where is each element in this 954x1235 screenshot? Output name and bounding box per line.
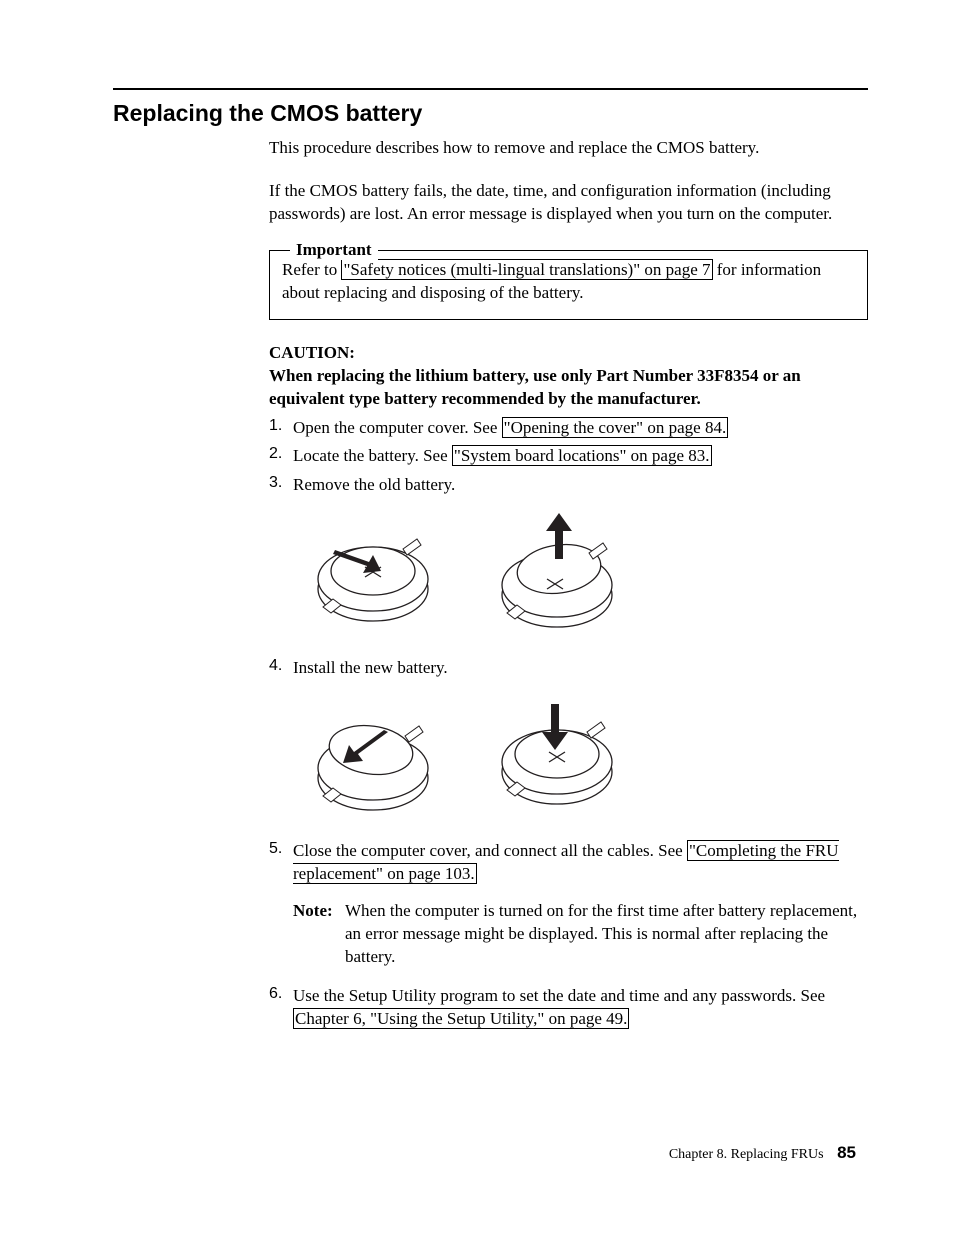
step-2: 2. Locate the battery. See "System board… — [269, 445, 868, 468]
step-text: Locate the battery. See — [293, 446, 452, 465]
step-text: Remove the old battery. — [293, 474, 868, 497]
caution-label: CAUTION: — [269, 342, 868, 365]
system-board-link[interactable]: "System board locations" on page 83. — [452, 445, 712, 466]
step-number: 4. — [269, 657, 293, 680]
install-battery-step-b-icon — [477, 692, 637, 822]
figure-install-battery — [293, 692, 868, 822]
intro-paragraph-2: If the CMOS battery fails, the date, tim… — [269, 180, 868, 226]
remove-battery-step-b-icon — [477, 509, 637, 639]
figure-remove-battery — [293, 509, 868, 639]
opening-cover-link[interactable]: "Opening the cover" on page 84. — [502, 417, 729, 438]
note-text: When the computer is turned on for the f… — [345, 900, 868, 969]
step-number: 6. — [269, 985, 293, 1031]
caution-text: When replacing the lithium battery, use … — [269, 365, 868, 411]
step-4: 4. Install the new battery. — [269, 657, 868, 680]
important-box: Important Refer to "Safety notices (mult… — [269, 250, 868, 320]
section-rule — [113, 88, 868, 90]
step-5: 5. Close the computer cover, and connect… — [269, 840, 868, 979]
important-text-prefix: Refer to — [282, 260, 337, 279]
step-text: Use the Setup Utility program to set the… — [293, 986, 825, 1005]
step-1: 1. Open the computer cover. See "Opening… — [269, 417, 868, 440]
safety-notices-link[interactable]: "Safety notices (multi-lingual translati… — [341, 259, 712, 280]
procedure-list-cont2: 5. Close the computer cover, and connect… — [269, 840, 868, 1031]
body-content: This procedure describes how to remove a… — [269, 137, 868, 1031]
section-heading: Replacing the CMOS battery — [113, 100, 868, 127]
footer-chapter: Chapter 8. Replacing FRUs — [669, 1147, 824, 1162]
important-legend: Important — [290, 240, 378, 260]
remove-battery-step-a-icon — [293, 509, 453, 639]
step-6: 6. Use the Setup Utility program to set … — [269, 985, 868, 1031]
note-label: Note: — [293, 900, 345, 969]
step-5-note: Note: When the computer is turned on for… — [293, 900, 868, 969]
procedure-list-cont1: 4. Install the new battery. — [269, 657, 868, 680]
step-number: 2. — [269, 445, 293, 468]
step-number: 5. — [269, 840, 293, 979]
step-3: 3. Remove the old battery. — [269, 474, 868, 497]
setup-utility-link[interactable]: Chapter 6, "Using the Setup Utility," on… — [293, 1008, 629, 1029]
step-text: Close the computer cover, and connect al… — [293, 841, 687, 860]
intro-paragraph-1: This procedure describes how to remove a… — [269, 137, 868, 160]
step-number: 1. — [269, 417, 293, 440]
page-footer: Chapter 8. Replacing FRUs 85 — [669, 1143, 856, 1163]
footer-page-number: 85 — [837, 1143, 856, 1162]
procedure-list: 1. Open the computer cover. See "Opening… — [269, 417, 868, 498]
step-text: Install the new battery. — [293, 657, 868, 680]
step-number: 3. — [269, 474, 293, 497]
install-battery-step-a-icon — [293, 692, 453, 822]
step-text: Open the computer cover. See — [293, 418, 502, 437]
